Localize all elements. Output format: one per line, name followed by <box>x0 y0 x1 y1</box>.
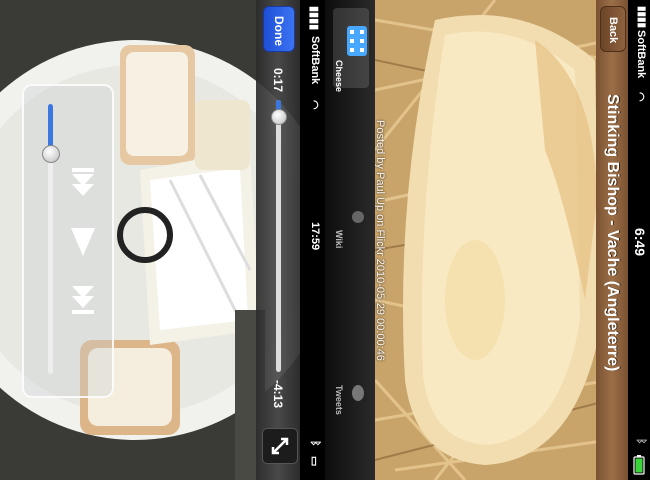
back-button[interactable]: Back <box>600 6 626 52</box>
globe-icon <box>352 211 364 223</box>
photo-caption: Posted by Paul Up on Flickr 2010-05-29 0… <box>374 120 386 361</box>
bluetooth-icon: ᛒ <box>635 438 647 445</box>
clock-label: 6:49 <box>632 228 648 257</box>
remaining-time: -4:13 <box>271 380 285 409</box>
list-icon <box>347 26 367 56</box>
done-button-label: Done <box>272 16 286 46</box>
battery-icon: ▭ <box>308 456 320 467</box>
scrub-bar[interactable] <box>276 100 281 372</box>
signal-icon: ▮▮▮▮ <box>636 6 647 29</box>
bluetooth-icon: ᛒ <box>309 440 321 447</box>
next-track-icon[interactable] <box>68 282 98 318</box>
clock-label: 17:59 <box>309 222 321 251</box>
bird-icon <box>352 385 364 401</box>
play-icon[interactable] <box>68 224 98 260</box>
status-bar: ▮▮▮▮ SoftBank ◠ 17:59 ᛒ ▭ <box>300 0 325 480</box>
volume-slider-handle[interactable] <box>42 144 60 163</box>
carrier-label: SoftBank <box>635 30 647 79</box>
tab-tweets-label: Tweets <box>334 385 344 415</box>
status-bar-right: ▮▮▮▮ SoftBank ◠ 6:49 ᛒ <box>628 0 650 480</box>
back-button-label: Back <box>607 17 619 44</box>
elapsed-time: 0:17 <box>271 68 285 93</box>
tab-wiki-label: Wiki <box>334 230 344 249</box>
previous-track-icon[interactable] <box>68 164 98 200</box>
page-title: Stinking Bishop - Vache (Angleterre) <box>604 94 621 372</box>
cheese-photo <box>375 0 610 480</box>
signal-icon: ▮▮▮▮ <box>308 6 320 31</box>
battery-icon <box>633 455 645 475</box>
playback-controls-panel <box>22 84 114 398</box>
fullscreen-button[interactable] <box>262 428 298 464</box>
done-button[interactable]: Done <box>263 6 295 52</box>
video-player-screen: ▮▮▮▮ SoftBank ◠ 17:59 ᛒ ▭ Done 0:17 -4:1… <box>0 0 325 480</box>
wifi-icon: ◠ <box>634 92 646 102</box>
carrier-label: SoftBank <box>309 36 321 85</box>
wifi-icon: ◠ <box>308 100 320 110</box>
tab-cheese-label: Cheese <box>334 60 344 93</box>
expand-icon <box>271 437 289 455</box>
